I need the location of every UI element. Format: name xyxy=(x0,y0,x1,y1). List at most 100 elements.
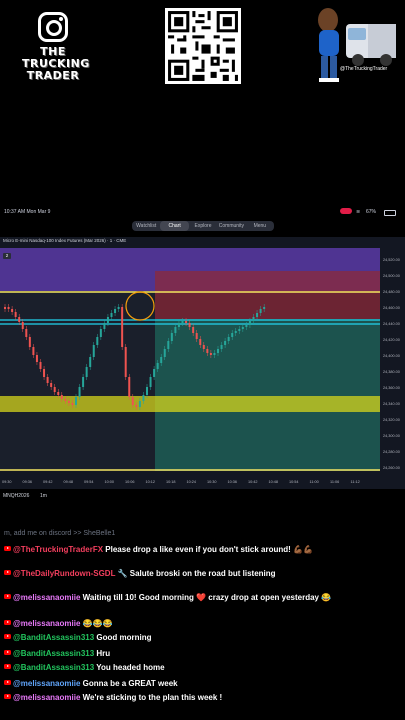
candle-body xyxy=(92,345,95,357)
instagram-icon xyxy=(38,12,68,42)
channel-logo: THE TRUCKING TRADER xyxy=(22,12,89,82)
time-tick-label: 11:00 xyxy=(310,480,319,484)
candle-body xyxy=(78,387,81,397)
chart-title: Micro E-mini Nasdaq-100 Index Futures (M… xyxy=(3,238,127,243)
chart-canvas: 24,520.00 24,500.00 24,480.00 24,460.00 24,4… xyxy=(0,237,405,489)
chat-text: You headed home xyxy=(96,663,165,672)
time-tick-label: 09:30 xyxy=(2,480,12,484)
candle-body xyxy=(199,339,202,345)
battery-level: 67% xyxy=(366,209,377,215)
candle-body xyxy=(4,307,6,309)
time-tick-label: 11:12 xyxy=(351,480,360,484)
tab-explore[interactable]: Explore xyxy=(189,221,217,231)
chat-username[interactable]: @melissanaomiie xyxy=(13,693,80,702)
candle-body xyxy=(167,341,170,349)
youtube-icon xyxy=(4,570,11,575)
candle-body xyxy=(71,403,74,405)
chat-username[interactable]: @melissanaomiie xyxy=(13,619,80,628)
candle-body xyxy=(224,341,227,345)
chat-username[interactable]: @melissanaomiie xyxy=(13,679,80,688)
price-chart[interactable]: 24,520.00 24,500.00 24,480.00 24,460.00 24,4… xyxy=(0,237,405,489)
chat-message: m, add me on discord >> SheBelle1 xyxy=(4,528,374,539)
tab-chart[interactable]: Chart xyxy=(160,221,189,231)
time-tick-label: 11:06 xyxy=(330,480,339,484)
candle-body xyxy=(39,362,42,369)
status-bar: 10:37 AM Mon Mar 9 ≋ 67% xyxy=(0,206,405,218)
recording-indicator xyxy=(340,208,352,214)
chat-text: 🔧 Salute broski on the road but listenin… xyxy=(117,569,276,578)
chat-username[interactable]: @TheDailyRundown-SGDL xyxy=(13,569,115,578)
time-tick-label: 09:48 xyxy=(64,480,74,484)
price-tick-label: 24,360.00 xyxy=(383,386,400,390)
candle-body xyxy=(185,321,188,323)
candle-body xyxy=(231,333,234,337)
time-tick-label: 10:12 xyxy=(146,480,156,484)
time-tick-label: 10:36 xyxy=(228,480,238,484)
candle-body xyxy=(67,401,70,403)
chat-username[interactable]: @BanditAssassin313 xyxy=(13,649,94,658)
candle-body xyxy=(57,392,60,395)
chat-message: @TheDailyRundown-SGDL 🔧 Salute broski on… xyxy=(4,568,374,579)
candle-body xyxy=(99,329,102,337)
candle-body xyxy=(131,397,134,405)
candle-body xyxy=(128,377,131,397)
candle-body xyxy=(146,387,148,395)
interval-badge[interactable]: 2 xyxy=(3,253,11,259)
app-nav: Watchlist Chart Explore Community Menu xyxy=(132,221,274,231)
candle-body xyxy=(202,345,205,349)
chat-text: Gonna be a GREAT week xyxy=(82,679,178,688)
chat-message: @TheTruckingTraderFX Please drop a like … xyxy=(4,544,374,555)
battery-icon xyxy=(384,210,396,216)
chat-username[interactable]: @BanditAssassin313 xyxy=(13,633,94,642)
chart-symbol[interactable]: MNQH2026 xyxy=(3,493,29,499)
time-tick-label: 09:36 xyxy=(23,480,33,484)
youtube-icon xyxy=(4,650,11,655)
chat-message: @BanditAssassin313 You headed home xyxy=(4,662,374,673)
chat-username[interactable]: @BanditAssassin313 xyxy=(13,663,94,672)
candle-body xyxy=(14,312,17,317)
candle-body xyxy=(160,357,163,363)
tab-menu[interactable]: Menu xyxy=(246,221,274,231)
chart-timeframe[interactable]: 1m xyxy=(40,493,47,499)
candle-body xyxy=(234,331,237,333)
candle-body xyxy=(142,395,145,401)
mascot-illustration xyxy=(308,2,402,88)
youtube-icon xyxy=(4,664,11,669)
candle-body xyxy=(170,333,173,341)
qr-code xyxy=(165,8,241,84)
brand-line-3: TRADER xyxy=(26,69,80,82)
candle-body xyxy=(106,317,109,323)
time-tick-label: 10:54 xyxy=(289,480,299,484)
candle-body xyxy=(252,317,255,321)
tab-community[interactable]: Community xyxy=(217,221,245,231)
candle-body xyxy=(135,405,138,407)
chat-username[interactable]: @melissanaomiie xyxy=(13,593,80,602)
time-tick-label: 10:18 xyxy=(166,480,176,484)
candle-body xyxy=(117,307,120,309)
chat-text: Waiting till 10! Good morning ❤️ crazy d… xyxy=(82,593,332,602)
chat-text: Please drop a like even if you don't sti… xyxy=(105,545,313,554)
social-handle: @TheTruckingTrader xyxy=(340,66,388,72)
chat-message: @melissanaomiie Gonna be a GREAT week xyxy=(4,678,374,689)
candle-body xyxy=(227,337,230,341)
candle-body xyxy=(7,307,10,309)
chat-message: @BanditAssassin313 Hru xyxy=(4,648,374,659)
tab-watchlist[interactable]: Watchlist xyxy=(132,221,160,231)
candle-body xyxy=(89,357,92,367)
candle-body xyxy=(188,323,191,327)
candle-body xyxy=(238,329,241,331)
candle-body xyxy=(28,337,31,347)
time-tick-label: 10:30 xyxy=(207,480,217,484)
chat-username[interactable]: @TheTruckingTraderFX xyxy=(13,545,103,554)
price-tick-label: 24,380.00 xyxy=(383,370,400,374)
candle-body xyxy=(35,355,38,362)
youtube-icon xyxy=(4,546,11,551)
youtube-icon xyxy=(4,620,11,625)
candle-body xyxy=(124,347,127,377)
youtube-icon xyxy=(4,594,11,599)
time-tick-label: 10:06 xyxy=(125,480,135,484)
candle-body xyxy=(46,377,49,383)
candle-body xyxy=(82,377,85,387)
candle-body xyxy=(43,369,46,377)
candle-body xyxy=(174,327,177,333)
